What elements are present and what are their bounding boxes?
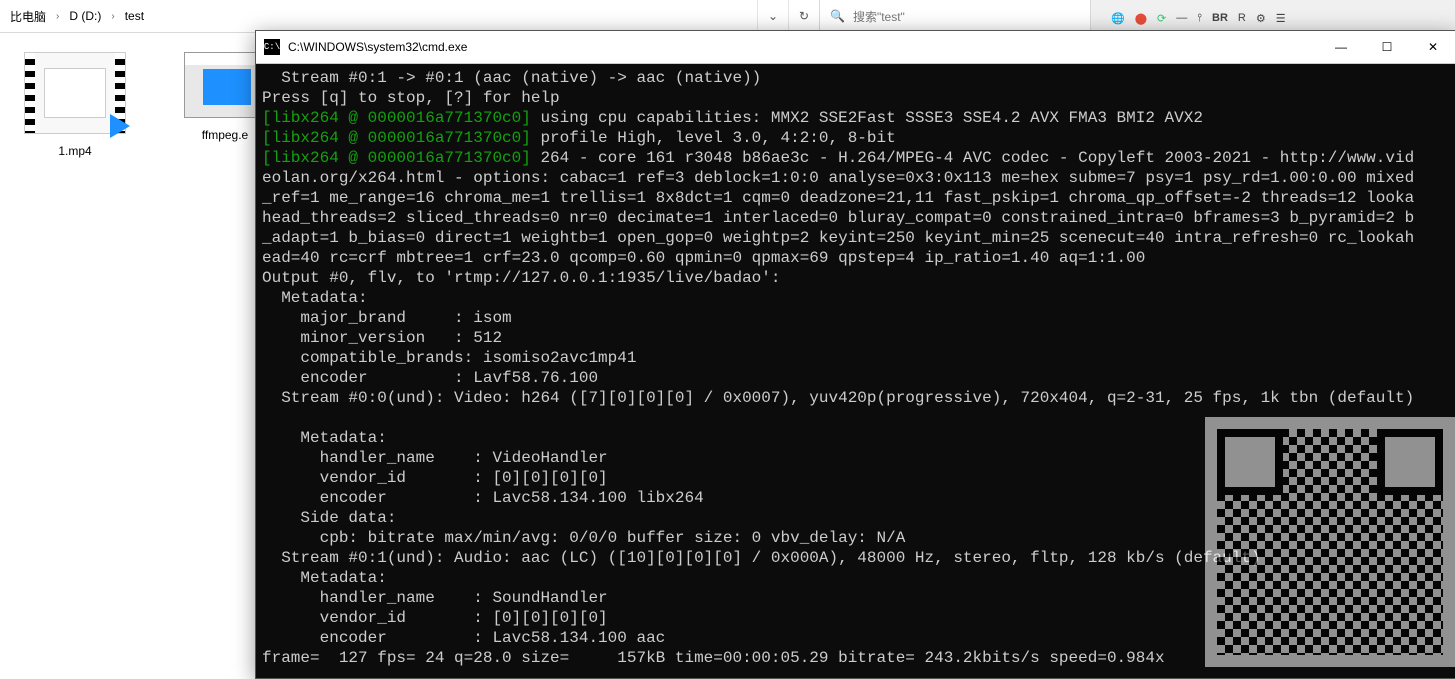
term-line: Stream #0:0(und): Video: h264 ([7][0][0]…: [262, 389, 1414, 407]
chevron-right-icon: ›: [111, 11, 114, 22]
term-line: handler_name : SoundHandler: [262, 589, 608, 607]
refresh-icon[interactable]: ↻: [788, 0, 819, 32]
term-line: 264 - core 161 r3048 b86ae3c - H.264/MPE…: [531, 149, 1414, 167]
crumb-folder[interactable]: test: [125, 9, 144, 23]
play-icon: [110, 114, 130, 138]
crumb-root[interactable]: 比电脑: [10, 8, 46, 25]
term-line: _adapt=1 b_bias=0 direct=1 weightb=1 ope…: [262, 229, 1414, 247]
files-area: 1.mp4 ffmpeg.e: [20, 52, 280, 158]
term-line: vendor_id : [0][0][0][0]: [262, 609, 608, 627]
r-badge[interactable]: R: [1238, 12, 1246, 24]
globe-icon[interactable]: 🌐: [1111, 12, 1125, 25]
term-line: compatible_brands: isomiso2avc1mp41: [262, 349, 636, 367]
equalizer-icon[interactable]: ⫯: [1197, 12, 1202, 25]
term-line: cpb: bitrate max/min/avg: 0/0/0 buffer s…: [262, 529, 905, 547]
qr-code-overlay: [1205, 417, 1455, 667]
term-line: profile High, level 3.0, 4:2:0, 8-bit: [531, 129, 896, 147]
cmd-title: C:\WINDOWS\system32\cmd.exe: [288, 40, 1310, 54]
term-line: Stream #0:1(und): Audio: aac (LC) ([10][…: [262, 549, 1261, 567]
term-line: Metadata:: [262, 429, 387, 447]
window-buttons: — ☐ ✕: [1318, 31, 1455, 63]
term-line: head_threads=2 sliced_threads=0 nr=0 dec…: [262, 209, 1414, 227]
term-line: minor_version : 512: [262, 329, 502, 347]
term-line: encoder : Lavc58.134.100 libx264: [262, 489, 704, 507]
term-line: Output #0, flv, to 'rtmp://127.0.0.1:193…: [262, 269, 780, 287]
menu-icon[interactable]: ☰: [1276, 12, 1286, 25]
search-icon: 🔍: [830, 9, 845, 23]
dot-icon[interactable]: ⬤: [1135, 12, 1147, 25]
video-thumb-icon: [24, 52, 126, 134]
refresh-icon[interactable]: ⟳: [1157, 12, 1166, 25]
term-line: major_brand : isom: [262, 309, 512, 327]
term-line: ead=40 rc=crf mbtree=1 crf=23.0 qcomp=0.…: [262, 249, 1145, 267]
exe-thumb-icon: [184, 52, 266, 118]
history-dropdown-icon[interactable]: ⌄: [757, 0, 788, 32]
chevron-right-icon: ›: [56, 11, 59, 22]
file-item-video[interactable]: 1.mp4: [20, 52, 130, 158]
dash-icon[interactable]: —: [1176, 12, 1187, 24]
close-button[interactable]: ✕: [1410, 31, 1455, 63]
minimize-button[interactable]: —: [1318, 31, 1364, 63]
search-placeholder: 搜索"test": [853, 8, 905, 25]
cmd-icon: C:\: [264, 39, 280, 55]
term-line: vendor_id : [0][0][0][0]: [262, 469, 608, 487]
term-line: [libx264 @ 0000016a771370c0]: [262, 149, 531, 167]
term-line: frame= 127 fps= 24 q=28.0 size= 157kB ti…: [262, 649, 1165, 667]
term-line: eolan.org/x264.html - options: cabac=1 r…: [262, 169, 1414, 187]
search-input[interactable]: 🔍 搜索"test": [819, 0, 1090, 32]
crumb-drive[interactable]: D (D:): [69, 9, 101, 23]
term-line: [libx264 @ 0000016a771370c0]: [262, 109, 531, 127]
term-line: encoder : Lavf58.76.100: [262, 369, 598, 387]
term-line: using cpu capabilities: MMX2 SSE2Fast SS…: [531, 109, 1203, 127]
term-line: Metadata:: [262, 569, 387, 587]
cmd-titlebar[interactable]: C:\ C:\WINDOWS\system32\cmd.exe — ☐ ✕: [256, 31, 1455, 64]
term-line: _ref=1 me_range=16 chroma_me=1 trellis=1…: [262, 189, 1414, 207]
file-label: 1.mp4: [58, 144, 91, 158]
term-line: Side data:: [262, 509, 396, 527]
term-line: Metadata:: [262, 289, 368, 307]
term-line: Press [q] to stop, [?] for help: [262, 89, 560, 107]
settings-icon[interactable]: ⚙: [1256, 12, 1266, 25]
explorer-address-bar: 比电脑 › D (D:) › test ⌄ ↻ 🔍 搜索"test": [0, 0, 1090, 33]
file-label: ffmpeg.e: [202, 128, 248, 142]
br-badge[interactable]: BR: [1212, 12, 1228, 24]
breadcrumb[interactable]: 比电脑 › D (D:) › test: [0, 8, 757, 25]
term-line: handler_name : VideoHandler: [262, 449, 608, 467]
term-line: [libx264 @ 0000016a771370c0]: [262, 129, 531, 147]
term-line: Stream #0:1 -> #0:1 (aac (native) -> aac…: [262, 69, 761, 87]
term-line: encoder : Lavc58.134.100 aac: [262, 629, 665, 647]
maximize-button[interactable]: ☐: [1364, 31, 1410, 63]
